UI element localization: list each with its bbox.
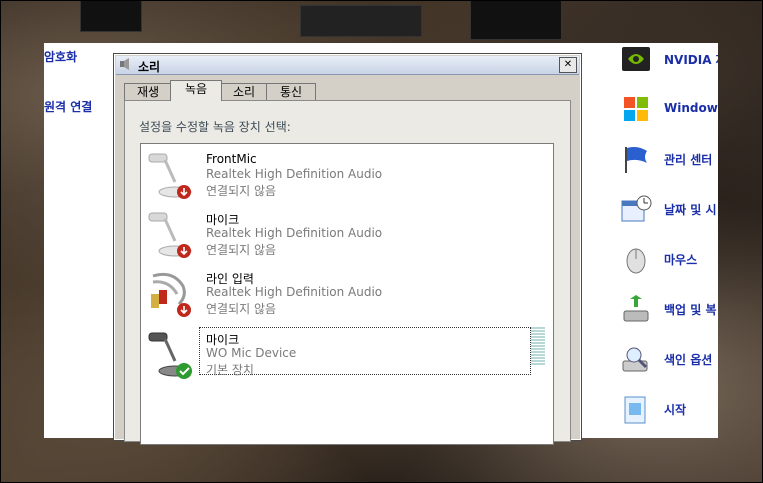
item-label: 시작: [664, 403, 687, 417]
instruction-text: 설정을 수정할 녹음 장치 선택:: [139, 120, 291, 134]
tab-communications[interactable]: 통신: [266, 83, 316, 101]
flag-icon: [625, 147, 647, 173]
microphone-icon: [148, 212, 192, 258]
background-chip: [470, 0, 562, 40]
background-chip: [80, 0, 142, 32]
start-icon: [624, 396, 646, 424]
line-in-cable-icon: [151, 272, 191, 317]
speaker-icon: [120, 58, 129, 70]
device-list[interactable]: FrontMic Realtek High Definition Audio 연…: [140, 143, 554, 445]
microphone-icon: [148, 153, 192, 199]
close-button[interactable]: ✕: [559, 57, 577, 73]
tab-playback[interactable]: 재생: [124, 83, 172, 101]
recording-tab-panel: 설정을 수정할 녹음 장치 선택: FrontMic Realtek High …: [124, 100, 571, 445]
left-link-remote[interactable]: 원격 연결: [44, 98, 92, 115]
item-label: NVIDIA 제: [664, 53, 718, 67]
device-status: 연결되지 않음: [206, 302, 277, 316]
item-label: 날짜 및 시: [664, 203, 717, 217]
item-label: 관리 센터: [664, 153, 713, 167]
item-getting-started[interactable]: 시작: [620, 393, 718, 433]
device-item[interactable]: 마이크 Realtek High Definition Audio 연결되지 않…: [141, 205, 551, 263]
input-level-meter: [531, 327, 545, 367]
item-label: Windows: [664, 101, 718, 115]
dialog-titlebar[interactable]: 소리 ✕: [116, 56, 579, 75]
item-nvidia[interactable]: NVIDIA 제: [620, 43, 718, 83]
item-index-options[interactable]: 색인 옵션: [620, 343, 718, 383]
sound-dialog: 소리 ✕ 재생 녹음 소리 통신 설정을 수정할 녹음 장치 선택: Front…: [113, 53, 582, 445]
device-status: 연결되지 않음: [206, 184, 277, 198]
mouse-icon: [626, 248, 646, 274]
item-label: 마우스: [664, 253, 698, 267]
tab-recording[interactable]: 녹음: [170, 80, 222, 101]
device-description: Realtek High Definition Audio: [206, 226, 383, 240]
background-chip: [300, 5, 422, 37]
left-link-encryption[interactable]: 암호화: [44, 48, 77, 65]
item-backup[interactable]: 백업 및 복: [620, 293, 718, 333]
index-icon: [622, 347, 648, 372]
tab-sounds[interactable]: 소리: [220, 83, 268, 101]
device-item[interactable]: FrontMic Realtek High Definition Audio 연…: [141, 146, 551, 204]
item-label: 백업 및 복: [664, 303, 717, 317]
device-description: Realtek High Definition Audio: [206, 167, 383, 181]
backup-icon: [623, 295, 649, 322]
microphone-icon: [148, 332, 192, 379]
nvidia-icon: [622, 47, 650, 71]
device-description: WO Mic Device: [206, 346, 297, 360]
windows-icon: [624, 97, 648, 121]
item-date-time[interactable]: 날짜 및 시: [620, 193, 718, 233]
control-panel-items: NVIDIA 제 Windows 관리 센터: [620, 43, 718, 438]
device-status: 연결되지 않음: [206, 243, 277, 257]
device-description: Realtek High Definition Audio: [206, 285, 383, 299]
item-windows[interactable]: Windows: [620, 93, 718, 133]
dialog-title: 소리: [138, 60, 161, 74]
device-status: 기본 장치: [206, 363, 254, 377]
device-item-selected[interactable]: 마이크 WO Mic Device 기본 장치: [141, 325, 551, 383]
device-name: FrontMic: [206, 152, 257, 166]
item-mouse[interactable]: 마우스: [620, 243, 718, 283]
calendar-clock-icon: [621, 195, 652, 222]
item-label: 색인 옵션: [664, 353, 713, 367]
item-action-center[interactable]: 관리 센터: [620, 143, 718, 183]
device-item[interactable]: 라인 입력 Realtek High Definition Audio 연결되지…: [141, 264, 551, 322]
